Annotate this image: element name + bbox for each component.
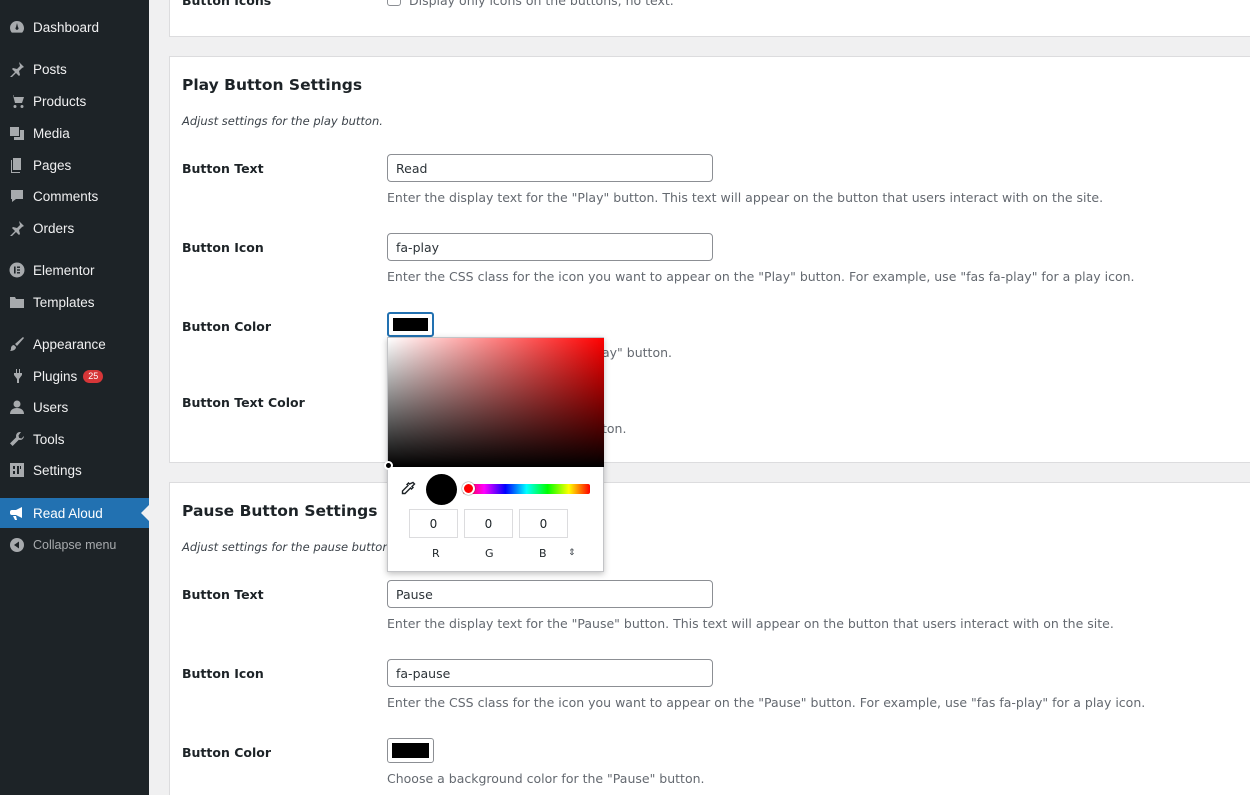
admin-sidebar: Dashboard Posts Products Media Pages Com…	[0, 0, 149, 795]
color-preview-swatch	[426, 474, 457, 505]
collapse-icon	[9, 537, 25, 553]
color-mode-toggle-icon[interactable]: ⇕	[568, 547, 576, 558]
sidebar-item-label: Read Aloud	[33, 505, 103, 521]
red-value-input[interactable]: 0	[409, 509, 458, 538]
sidebar-item-label: Appearance	[33, 336, 106, 352]
play-button-color-help: ay" button.	[602, 345, 672, 360]
button-icons-label: Button Icons	[182, 0, 272, 8]
sidebar-item-label: Media	[33, 125, 70, 141]
dashboard-icon	[9, 19, 25, 35]
sidebar-item-products[interactable]: Products	[0, 88, 149, 114]
play-panel-description: Adjust settings for the play button.	[182, 114, 383, 128]
plugin-icon	[9, 368, 25, 384]
play-button-icon-input[interactable]	[387, 233, 713, 261]
blue-label: B	[539, 547, 547, 560]
pause-button-icon-input[interactable]	[387, 659, 713, 687]
user-icon	[9, 399, 25, 415]
pause-button-text-label: Button Text	[182, 587, 264, 602]
hue-slider-handle[interactable]	[462, 482, 475, 495]
play-button-color-picker[interactable]	[387, 312, 434, 337]
sidebar-item-pages[interactable]: Pages	[0, 152, 149, 178]
collapse-menu-button[interactable]: Collapse menu	[0, 532, 149, 558]
pause-button-icon-label: Button Icon	[182, 666, 264, 681]
sidebar-item-elementor[interactable]: Elementor	[0, 257, 149, 283]
play-button-text-color-help: ton.	[602, 421, 627, 436]
sidebar-item-label: Collapse menu	[33, 538, 117, 552]
settings-icon	[9, 462, 25, 478]
sidebar-item-label: Elementor	[33, 262, 95, 278]
pause-button-color-picker[interactable]	[387, 738, 434, 763]
play-button-icon-label: Button Icon	[182, 240, 264, 255]
color-swatch	[392, 743, 429, 758]
sidebar-item-users[interactable]: Users	[0, 394, 149, 420]
sidebar-item-media[interactable]: Media	[0, 120, 149, 146]
play-button-text-color-label: Button Text Color	[182, 395, 305, 410]
sidebar-item-posts[interactable]: Posts	[0, 56, 149, 82]
play-button-text-help: Enter the display text for the "Play" bu…	[387, 190, 1104, 205]
wrench-icon	[9, 431, 25, 447]
pin-icon	[9, 220, 25, 236]
sidebar-item-label: Templates	[33, 294, 95, 310]
sidebar-item-label: Tools	[33, 431, 65, 447]
saturation-area[interactable]	[384, 338, 604, 470]
sidebar-item-settings[interactable]: Settings	[0, 457, 149, 483]
eyedropper-icon[interactable]	[400, 481, 416, 497]
green-label: G	[485, 547, 494, 560]
page-icon	[9, 157, 25, 173]
sidebar-item-templates[interactable]: Templates	[0, 289, 149, 315]
sidebar-item-label: Comments	[33, 188, 99, 204]
sidebar-item-label: Plugins	[33, 368, 78, 384]
sidebar-item-appearance[interactable]: Appearance	[0, 331, 149, 357]
pause-panel-title: Pause Button Settings	[182, 502, 378, 520]
sidebar-item-label: Dashboard	[33, 19, 100, 35]
folder-icon	[9, 294, 25, 310]
pause-button-color-help: Choose a background color for the "Pause…	[387, 771, 705, 786]
saturation-handle[interactable]	[384, 461, 393, 470]
sidebar-item-label: Settings	[33, 462, 82, 478]
sidebar-item-read-aloud[interactable]: Read Aloud	[0, 498, 149, 528]
green-value-input[interactable]: 0	[464, 509, 513, 538]
pause-panel-description: Adjust settings for the pause button.	[182, 540, 394, 554]
sidebar-item-label: Products	[33, 93, 87, 109]
cart-icon	[9, 93, 25, 109]
comment-icon	[9, 188, 25, 204]
play-button-icon-help: Enter the CSS class for the icon you wan…	[387, 269, 1135, 284]
update-count-badge: 25	[83, 369, 104, 383]
sidebar-item-plugins[interactable]: Plugins 25	[0, 363, 149, 389]
play-button-text-input[interactable]	[387, 154, 713, 182]
button-icons-checkbox[interactable]	[387, 0, 401, 6]
play-panel-title: Play Button Settings	[182, 76, 363, 94]
sidebar-item-orders[interactable]: Orders	[0, 215, 149, 241]
red-label: R	[432, 547, 440, 560]
blue-value-input[interactable]: 0	[519, 509, 568, 538]
media-icon	[9, 125, 25, 141]
color-picker-popup: 0 0 0 R G B ⇕	[384, 337, 604, 572]
pin-icon	[9, 61, 25, 77]
sidebar-item-label: Orders	[33, 220, 75, 236]
sidebar-item-label: Users	[33, 399, 69, 415]
play-button-color-label: Button Color	[182, 319, 272, 334]
button-icons-panel: Button Icons Display only icons on the b…	[169, 0, 1250, 37]
color-swatch	[393, 318, 428, 331]
sidebar-item-comments[interactable]: Comments	[0, 183, 149, 209]
brush-icon	[9, 336, 25, 352]
sidebar-item-label: Pages	[33, 157, 72, 173]
play-settings-panel: Play Button Settings Adjust settings for…	[169, 56, 1250, 463]
hue-slider[interactable]	[463, 484, 590, 494]
pause-settings-panel: Pause Button Settings Adjust settings fo…	[169, 482, 1250, 795]
sidebar-item-label: Posts	[33, 61, 67, 77]
button-icons-help: Display only icons on the buttons, no te…	[409, 0, 674, 8]
pause-button-color-label: Button Color	[182, 745, 272, 760]
pause-button-text-input[interactable]	[387, 580, 713, 608]
sidebar-item-dashboard[interactable]: Dashboard	[0, 14, 149, 40]
elementor-icon	[9, 262, 25, 278]
play-button-text-label: Button Text	[182, 161, 264, 176]
pause-button-icon-help: Enter the CSS class for the icon you wan…	[387, 695, 1146, 710]
sidebar-item-tools[interactable]: Tools	[0, 426, 149, 452]
pause-button-text-help: Enter the display text for the "Pause" b…	[387, 616, 1114, 631]
megaphone-icon	[9, 505, 25, 521]
